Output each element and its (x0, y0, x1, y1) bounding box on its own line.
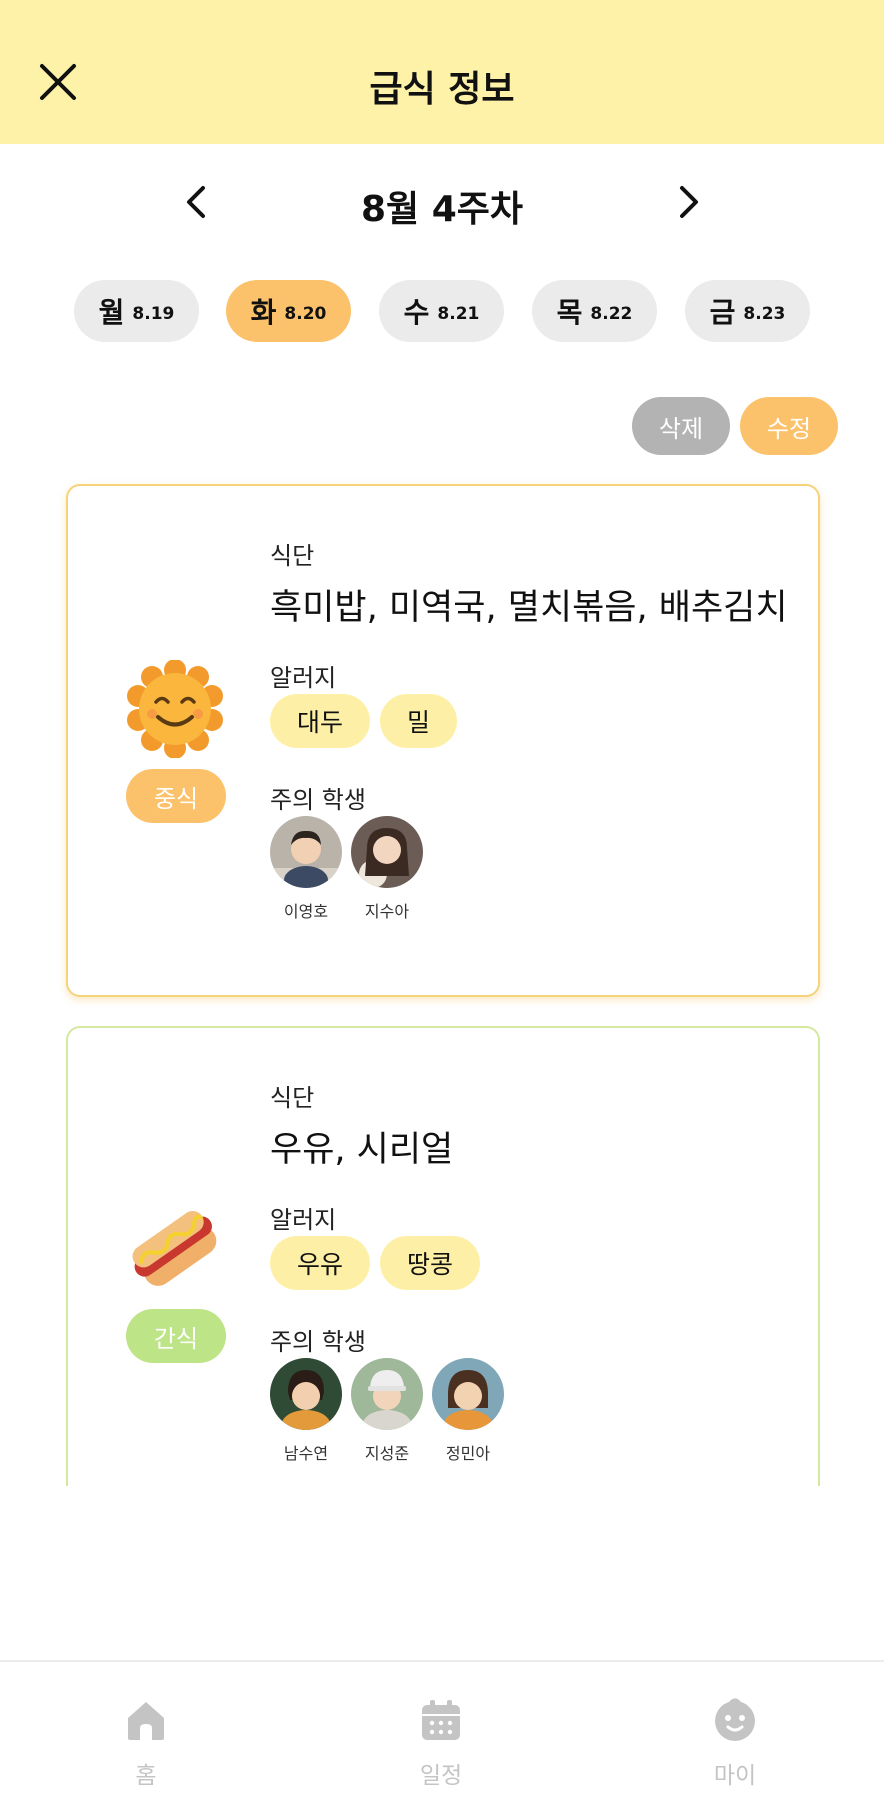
caution-student-list: 남수연 지성준 정민아 (270, 1358, 504, 1464)
nav-label: 마이 (713, 1763, 757, 1789)
avatar (270, 816, 342, 888)
page-title: 급식 정보 (369, 69, 515, 110)
student-item[interactable]: 이영호 (270, 816, 342, 922)
caution-students-label: 주의 학생 (270, 786, 366, 814)
avatar (432, 1358, 504, 1430)
nav-schedule[interactable]: 일정 (381, 1696, 501, 1790)
caution-student-list: 이영호 지수아 (270, 816, 423, 922)
allergen-list: 대두 밀 (270, 694, 458, 748)
student-name: 지성준 (364, 1444, 410, 1463)
meal-type-badge: 중식 (126, 769, 226, 823)
day-tab-thu[interactable]: 목 8.22 (532, 280, 657, 342)
calendar-icon (422, 1700, 460, 1740)
meal-card-lunch: 중식 식단 흑미밥, 미역국, 멸치볶음, 배추김치 알러지 대두 밀 주의 학… (66, 484, 820, 997)
day-name: 금 (709, 296, 736, 329)
allergy-label: 알러지 (270, 664, 337, 692)
meal-card-snack: 간식 식단 우유, 시리얼 알러지 우유 땅콩 주의 학생 남수연 지성준 정민… (66, 1026, 820, 1486)
allergen-chip: 우유 (270, 1236, 371, 1290)
student-item[interactable]: 남수연 (270, 1358, 342, 1464)
avatar (351, 1358, 423, 1430)
day-name: 수 (403, 296, 430, 329)
meal-info-screen: 급식 정보 8월 4주차 월 8.19 화 8.20 수 8.21 목 8.22 (0, 0, 884, 1818)
day-date: 8.23 (743, 304, 786, 324)
menu-text: 우유, 시리얼 (270, 1130, 454, 1170)
student-name: 남수연 (283, 1444, 329, 1463)
day-name: 월 (98, 296, 125, 329)
student-item[interactable]: 정민아 (432, 1358, 504, 1464)
menu-text: 흑미밥, 미역국, 멸치볶음, 배추김치 (270, 588, 788, 628)
smiling-sun-icon (126, 659, 224, 759)
caution-students-label: 주의 학생 (270, 1328, 366, 1356)
bottom-nav: 홈 일정 마이 (0, 1660, 884, 1818)
allergen-chip: 땅콩 (380, 1236, 481, 1290)
day-date: 8.20 (284, 304, 327, 324)
nav-label: 홈 (135, 1763, 157, 1789)
allergen-chip: 밀 (380, 694, 458, 748)
day-date: 8.21 (437, 304, 480, 324)
hotdog-icon (126, 1200, 224, 1298)
allergy-label: 알러지 (270, 1206, 337, 1234)
student-item[interactable]: 지성준 (351, 1358, 423, 1464)
home-icon (128, 1702, 164, 1740)
nav-my[interactable]: 마이 (675, 1696, 795, 1790)
menu-label: 식단 (270, 1084, 315, 1112)
baby-face-icon (715, 1698, 755, 1741)
chevron-right-icon (680, 186, 698, 218)
edit-button[interactable]: 수정 (740, 397, 838, 455)
day-name: 화 (250, 296, 277, 329)
day-selector: 월 8.19 화 8.20 수 8.21 목 8.22 금 8.23 (74, 280, 810, 342)
student-name: 지수아 (364, 902, 410, 921)
menu-label: 식단 (270, 542, 315, 570)
day-tab-wed[interactable]: 수 8.21 (379, 280, 504, 342)
day-tab-tue[interactable]: 화 8.20 (226, 280, 351, 342)
nav-label: 일정 (419, 1763, 463, 1789)
week-label: 8월 4주차 (361, 189, 523, 230)
avatar (351, 816, 423, 888)
next-week-button[interactable] (666, 180, 710, 224)
day-date: 8.19 (132, 304, 175, 324)
student-item[interactable]: 지수아 (351, 816, 423, 922)
day-tab-mon[interactable]: 월 8.19 (74, 280, 199, 342)
allergen-chip: 대두 (270, 694, 371, 748)
meal-type-badge: 간식 (126, 1309, 226, 1363)
allergen-list: 우유 땅콩 (270, 1236, 481, 1290)
student-name: 이영호 (283, 902, 329, 921)
nav-home[interactable]: 홈 (86, 1696, 206, 1790)
day-date: 8.22 (590, 304, 633, 324)
student-name: 정민아 (445, 1444, 491, 1463)
day-name: 목 (556, 296, 583, 329)
day-tab-fri[interactable]: 금 8.23 (685, 280, 810, 342)
header-bar: 급식 정보 (0, 0, 884, 144)
delete-button[interactable]: 삭제 (632, 397, 730, 455)
avatar (270, 1358, 342, 1430)
